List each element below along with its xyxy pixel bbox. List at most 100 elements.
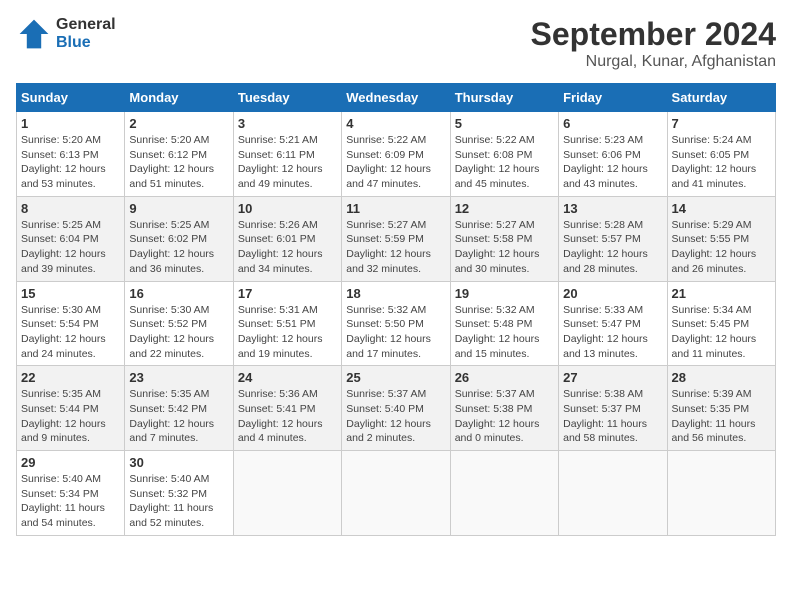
day-detail: Sunrise: 5:25 AMSunset: 6:02 PMDaylight:… xyxy=(129,218,228,277)
week-row-4: 22Sunrise: 5:35 AMSunset: 5:44 PMDayligh… xyxy=(17,366,776,451)
day-number: 18 xyxy=(346,286,445,301)
sunrise-text: Sunrise: 5:30 AM xyxy=(129,304,209,316)
empty-cell xyxy=(233,451,341,536)
sunrise-text: Sunrise: 5:28 AM xyxy=(563,219,643,231)
sunset-text: Sunset: 5:37 PM xyxy=(563,403,641,415)
weekday-header-monday: Monday xyxy=(125,84,233,112)
daylight-text: Daylight: 12 hours and 28 minutes. xyxy=(563,248,648,275)
day-detail: Sunrise: 5:40 AMSunset: 5:34 PMDaylight:… xyxy=(21,472,120,531)
day-number: 1 xyxy=(21,116,120,131)
daylight-text: Daylight: 12 hours and 15 minutes. xyxy=(455,333,540,360)
sunset-text: Sunset: 6:13 PM xyxy=(21,149,99,161)
day-detail: Sunrise: 5:32 AMSunset: 5:50 PMDaylight:… xyxy=(346,303,445,362)
day-cell-29: 29 Sunrise: 5:40 AMSunset: 5:34 PMDayligh… xyxy=(17,451,125,536)
sunrise-text: Sunrise: 5:23 AM xyxy=(563,134,643,146)
sunset-text: Sunset: 5:48 PM xyxy=(455,318,533,330)
day-cell-21: 21Sunrise: 5:34 AMSunset: 5:45 PMDayligh… xyxy=(667,281,775,366)
daylight-text: Daylight: 12 hours and 9 minutes. xyxy=(21,418,106,445)
logo-text: General Blue xyxy=(56,16,116,52)
day-cell-8: 8Sunrise: 5:25 AMSunset: 6:04 PMDaylight… xyxy=(17,196,125,281)
calendar-table: SundayMondayTuesdayWednesdayThursdayFrid… xyxy=(16,83,776,536)
day-number: 29 xyxy=(21,455,120,470)
day-number: 28 xyxy=(672,370,771,385)
title-area: September 2024 Nurgal, Kunar, Afghanista… xyxy=(531,16,776,71)
sunset-text: Sunset: 5:57 PM xyxy=(563,233,641,245)
day-detail: Sunrise: 5:25 AMSunset: 6:04 PMDaylight:… xyxy=(21,218,120,277)
sunrise-text: Sunrise: 5:38 AM xyxy=(563,388,643,400)
sunset-text: Sunset: 5:47 PM xyxy=(563,318,641,330)
day-detail: Sunrise: 5:30 AMSunset: 5:54 PMDaylight:… xyxy=(21,303,120,362)
sunrise-text: Sunrise: 5:31 AM xyxy=(238,304,318,316)
day-number: 24 xyxy=(238,370,337,385)
daylight-text: Daylight: 12 hours and 43 minutes. xyxy=(563,163,648,190)
daylight-text: Daylight: 12 hours and 53 minutes. xyxy=(21,163,106,190)
day-number: 9 xyxy=(129,201,228,216)
day-detail: Sunrise: 5:20 AMSunset: 6:13 PMDaylight:… xyxy=(21,133,120,192)
location-title: Nurgal, Kunar, Afghanistan xyxy=(531,53,776,71)
sunrise-text: Sunrise: 5:39 AM xyxy=(672,388,752,400)
day-detail: Sunrise: 5:27 AMSunset: 5:58 PMDaylight:… xyxy=(455,218,554,277)
day-cell-10: 10 Sunrise: 5:26 AMSunset: 6:01 PMDayligh… xyxy=(233,196,341,281)
daylight-text: Daylight: 11 hours and 58 minutes. xyxy=(563,418,647,445)
week-row-2: 8Sunrise: 5:25 AMSunset: 6:04 PMDaylight… xyxy=(17,196,776,281)
day-number: 21 xyxy=(672,286,771,301)
day-cell-28: 28Sunrise: 5:39 AMSunset: 5:35 PMDayligh… xyxy=(667,366,775,451)
day-number: 30 xyxy=(129,455,228,470)
sunset-text: Sunset: 5:42 PM xyxy=(129,403,207,415)
daylight-text: Daylight: 12 hours and 45 minutes. xyxy=(455,163,540,190)
day-cell-5: 5Sunrise: 5:22 AMSunset: 6:08 PMDaylight… xyxy=(450,112,558,197)
weekday-header-sunday: Sunday xyxy=(17,84,125,112)
daylight-text: Daylight: 12 hours and 17 minutes. xyxy=(346,333,431,360)
day-number: 10 xyxy=(238,201,337,216)
month-title: September 2024 xyxy=(531,16,776,53)
sunset-text: Sunset: 5:40 PM xyxy=(346,403,424,415)
day-number: 13 xyxy=(563,201,662,216)
day-cell-30: 30 Sunrise: 5:40 AMSunset: 5:32 PMDayligh… xyxy=(125,451,233,536)
sunrise-text: Sunrise: 5:24 AM xyxy=(672,134,752,146)
sunrise-text: Sunrise: 5:40 AM xyxy=(21,473,101,485)
day-cell-6: 6Sunrise: 5:23 AMSunset: 6:06 PMDaylight… xyxy=(559,112,667,197)
day-cell-7: 7Sunrise: 5:24 AMSunset: 6:05 PMDaylight… xyxy=(667,112,775,197)
daylight-text: Daylight: 11 hours and 54 minutes. xyxy=(21,502,105,529)
logo-icon xyxy=(16,16,52,52)
day-detail: Sunrise: 5:32 AMSunset: 5:48 PMDaylight:… xyxy=(455,303,554,362)
day-detail: Sunrise: 5:26 AMSunset: 6:01 PMDaylight:… xyxy=(238,218,337,277)
sunrise-text: Sunrise: 5:29 AM xyxy=(672,219,752,231)
day-detail: Sunrise: 5:40 AMSunset: 5:32 PMDaylight:… xyxy=(129,472,228,531)
header: General Blue September 2024 Nurgal, Kuna… xyxy=(16,16,776,71)
week-row-3: 15Sunrise: 5:30 AMSunset: 5:54 PMDayligh… xyxy=(17,281,776,366)
sunrise-text: Sunrise: 5:36 AM xyxy=(238,388,318,400)
sunset-text: Sunset: 5:55 PM xyxy=(672,233,750,245)
day-number: 27 xyxy=(563,370,662,385)
day-detail: Sunrise: 5:21 AMSunset: 6:11 PMDaylight:… xyxy=(238,133,337,192)
day-number: 7 xyxy=(672,116,771,131)
sunset-text: Sunset: 5:38 PM xyxy=(455,403,533,415)
empty-cell xyxy=(450,451,558,536)
day-cell-26: 26 Sunrise: 5:37 AMSunset: 5:38 PMDayligh… xyxy=(450,366,558,451)
sunset-text: Sunset: 6:04 PM xyxy=(21,233,99,245)
sunrise-text: Sunrise: 5:22 AM xyxy=(346,134,426,146)
daylight-text: Daylight: 12 hours and 26 minutes. xyxy=(672,248,757,275)
day-detail: Sunrise: 5:37 AMSunset: 5:38 PMDaylight:… xyxy=(455,387,554,446)
day-number: 26 xyxy=(455,370,554,385)
day-number: 12 xyxy=(455,201,554,216)
sunset-text: Sunset: 6:02 PM xyxy=(129,233,207,245)
day-number: 23 xyxy=(129,370,228,385)
daylight-text: Daylight: 12 hours and 19 minutes. xyxy=(238,333,323,360)
day-number: 15 xyxy=(21,286,120,301)
sunset-text: Sunset: 5:52 PM xyxy=(129,318,207,330)
sunrise-text: Sunrise: 5:25 AM xyxy=(21,219,101,231)
sunset-text: Sunset: 5:50 PM xyxy=(346,318,424,330)
day-detail: Sunrise: 5:35 AMSunset: 5:44 PMDaylight:… xyxy=(21,387,120,446)
daylight-text: Daylight: 12 hours and 11 minutes. xyxy=(672,333,757,360)
day-detail: Sunrise: 5:37 AMSunset: 5:40 PMDaylight:… xyxy=(346,387,445,446)
day-detail: Sunrise: 5:23 AMSunset: 6:06 PMDaylight:… xyxy=(563,133,662,192)
week-row-1: 1 Sunrise: 5:20 AMSunset: 6:13 PMDaylight… xyxy=(17,112,776,197)
sunset-text: Sunset: 5:32 PM xyxy=(129,488,207,500)
sunrise-text: Sunrise: 5:27 AM xyxy=(346,219,426,231)
daylight-text: Daylight: 11 hours and 52 minutes. xyxy=(129,502,213,529)
day-detail: Sunrise: 5:38 AM Sunset: 5:37 PM Daylight:… xyxy=(563,387,662,446)
daylight-text: Daylight: 12 hours and 22 minutes. xyxy=(129,333,214,360)
sunset-text: Sunset: 5:54 PM xyxy=(21,318,99,330)
day-cell-20: 20Sunrise: 5:33 AMSunset: 5:47 PMDayligh… xyxy=(559,281,667,366)
